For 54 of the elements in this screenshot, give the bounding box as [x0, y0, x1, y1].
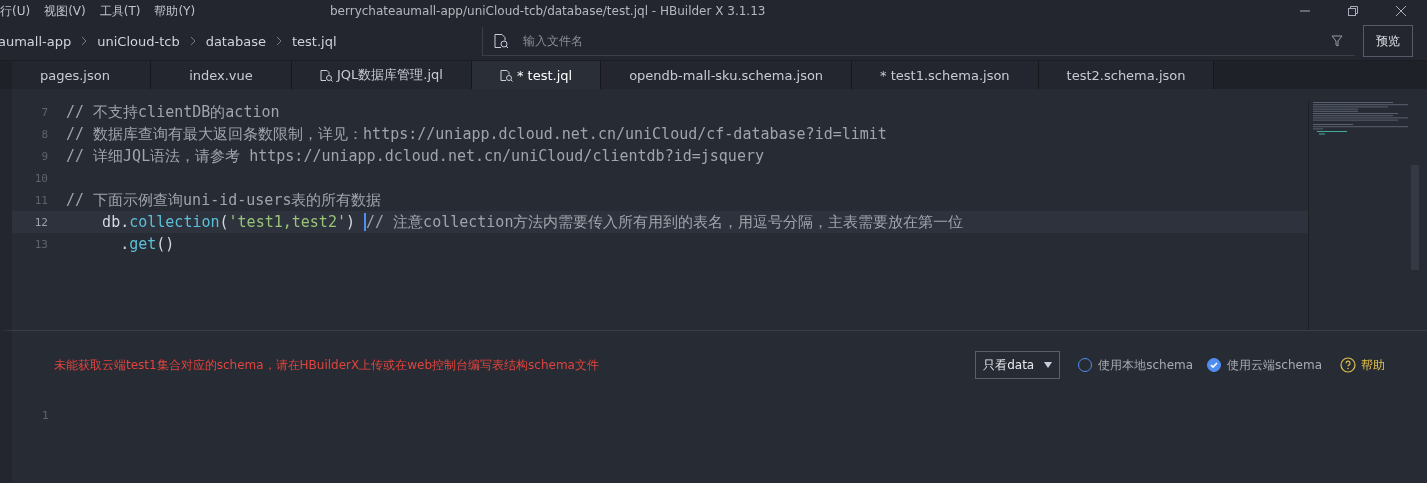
help-link[interactable]: 帮助: [1340, 356, 1385, 374]
chevron-icon: [275, 36, 282, 46]
filter-icon[interactable]: [1331, 35, 1343, 47]
code-text: get: [129, 235, 157, 253]
editor-tab[interactable]: * test.jql: [471, 61, 602, 89]
menu-item[interactable]: 工具(T): [99, 2, 141, 20]
line-number: 9: [40, 149, 48, 163]
chevron-icon: [81, 36, 88, 46]
restore-icon[interactable]: [1347, 5, 1359, 17]
code-text: // 下面示例查询uni-id-users表的所有数据: [66, 190, 382, 210]
error-message: 未能获取云端test1集合对应的schema，请在HBuilderX上传或在web控制台编写表结构schema文件: [54, 356, 600, 374]
line-number: 10: [33, 171, 48, 185]
line-number: 12: [33, 215, 48, 229]
close-icon[interactable]: [1395, 5, 1407, 17]
help-icon: [1340, 357, 1356, 373]
code-text: 'test1,test2': [228, 213, 346, 231]
line-number: 11: [33, 193, 48, 207]
preview-button[interactable]: 预览: [1363, 25, 1413, 57]
line-number: 1: [42, 409, 49, 422]
editor-tab[interactable]: pages.json: [12, 61, 151, 89]
dropdown-arrow-icon: [1044, 362, 1053, 368]
code-text: (): [156, 235, 175, 253]
editor-tab[interactable]: opendb-mall-sku.schema.json: [601, 61, 853, 89]
code-text: collection: [129, 213, 220, 231]
code-text: db.: [101, 213, 130, 231]
editor-tab[interactable]: * test1.schema.json: [852, 61, 1039, 89]
code-text: // 详细JQL语法，请参考 https://uniapp.dcloud.net.cn/uniCloud/clientdb?id=jsquery: [66, 146, 764, 166]
code-text: (: [219, 213, 229, 231]
code-text: // 注意collection方法内需要传入所有用到的表名，用逗号分隔，主表需要放在第一位: [366, 212, 964, 232]
view-select[interactable]: 只看data: [975, 351, 1061, 379]
menu-item[interactable]: 视图(V): [44, 2, 86, 20]
schema-radio[interactable]: 使用本地schema: [1078, 356, 1194, 374]
code-text: .: [119, 235, 130, 253]
line-number: 8: [40, 127, 48, 141]
editor-tab[interactable]: test2.schema.json: [1038, 61, 1215, 89]
breadcrumb-item[interactable]: uniCloud-tcb: [97, 33, 180, 49]
menu-item[interactable]: 行(U): [0, 2, 31, 20]
code-text: // 数据库查询有最大返回条数限制，详见：https://uniapp.dcloud.net.cn/uniCloud/cf-database?id=limit: [66, 124, 887, 144]
menu-item[interactable]: 帮助(Y): [154, 2, 196, 20]
editor-tab[interactable]: JQL数据库管理.jql: [292, 61, 472, 89]
code-text: ): [345, 213, 356, 231]
window-title: berrychateaumall-app/uniCloud-tcb/database/test.jql - HBuilder X 3.1.13: [330, 4, 767, 18]
search-icon: [493, 32, 509, 49]
breadcrumb-item[interactable]: database: [205, 33, 266, 49]
breadcrumb-item[interactable]: test.jql: [291, 33, 337, 49]
editor-tab[interactable]: index.vue: [151, 61, 292, 89]
radio-icon[interactable]: [1207, 358, 1222, 372]
file-search-field[interactable]: 输入文件名: [523, 33, 823, 48]
text-cursor: [364, 213, 367, 231]
code-text: // 不支持clientDB的action: [66, 102, 280, 122]
schema-radio[interactable]: 使用云端schema: [1207, 356, 1322, 374]
chevron-icon: [189, 36, 196, 46]
line-number: 7: [40, 105, 48, 119]
line-number: 13: [33, 237, 48, 251]
